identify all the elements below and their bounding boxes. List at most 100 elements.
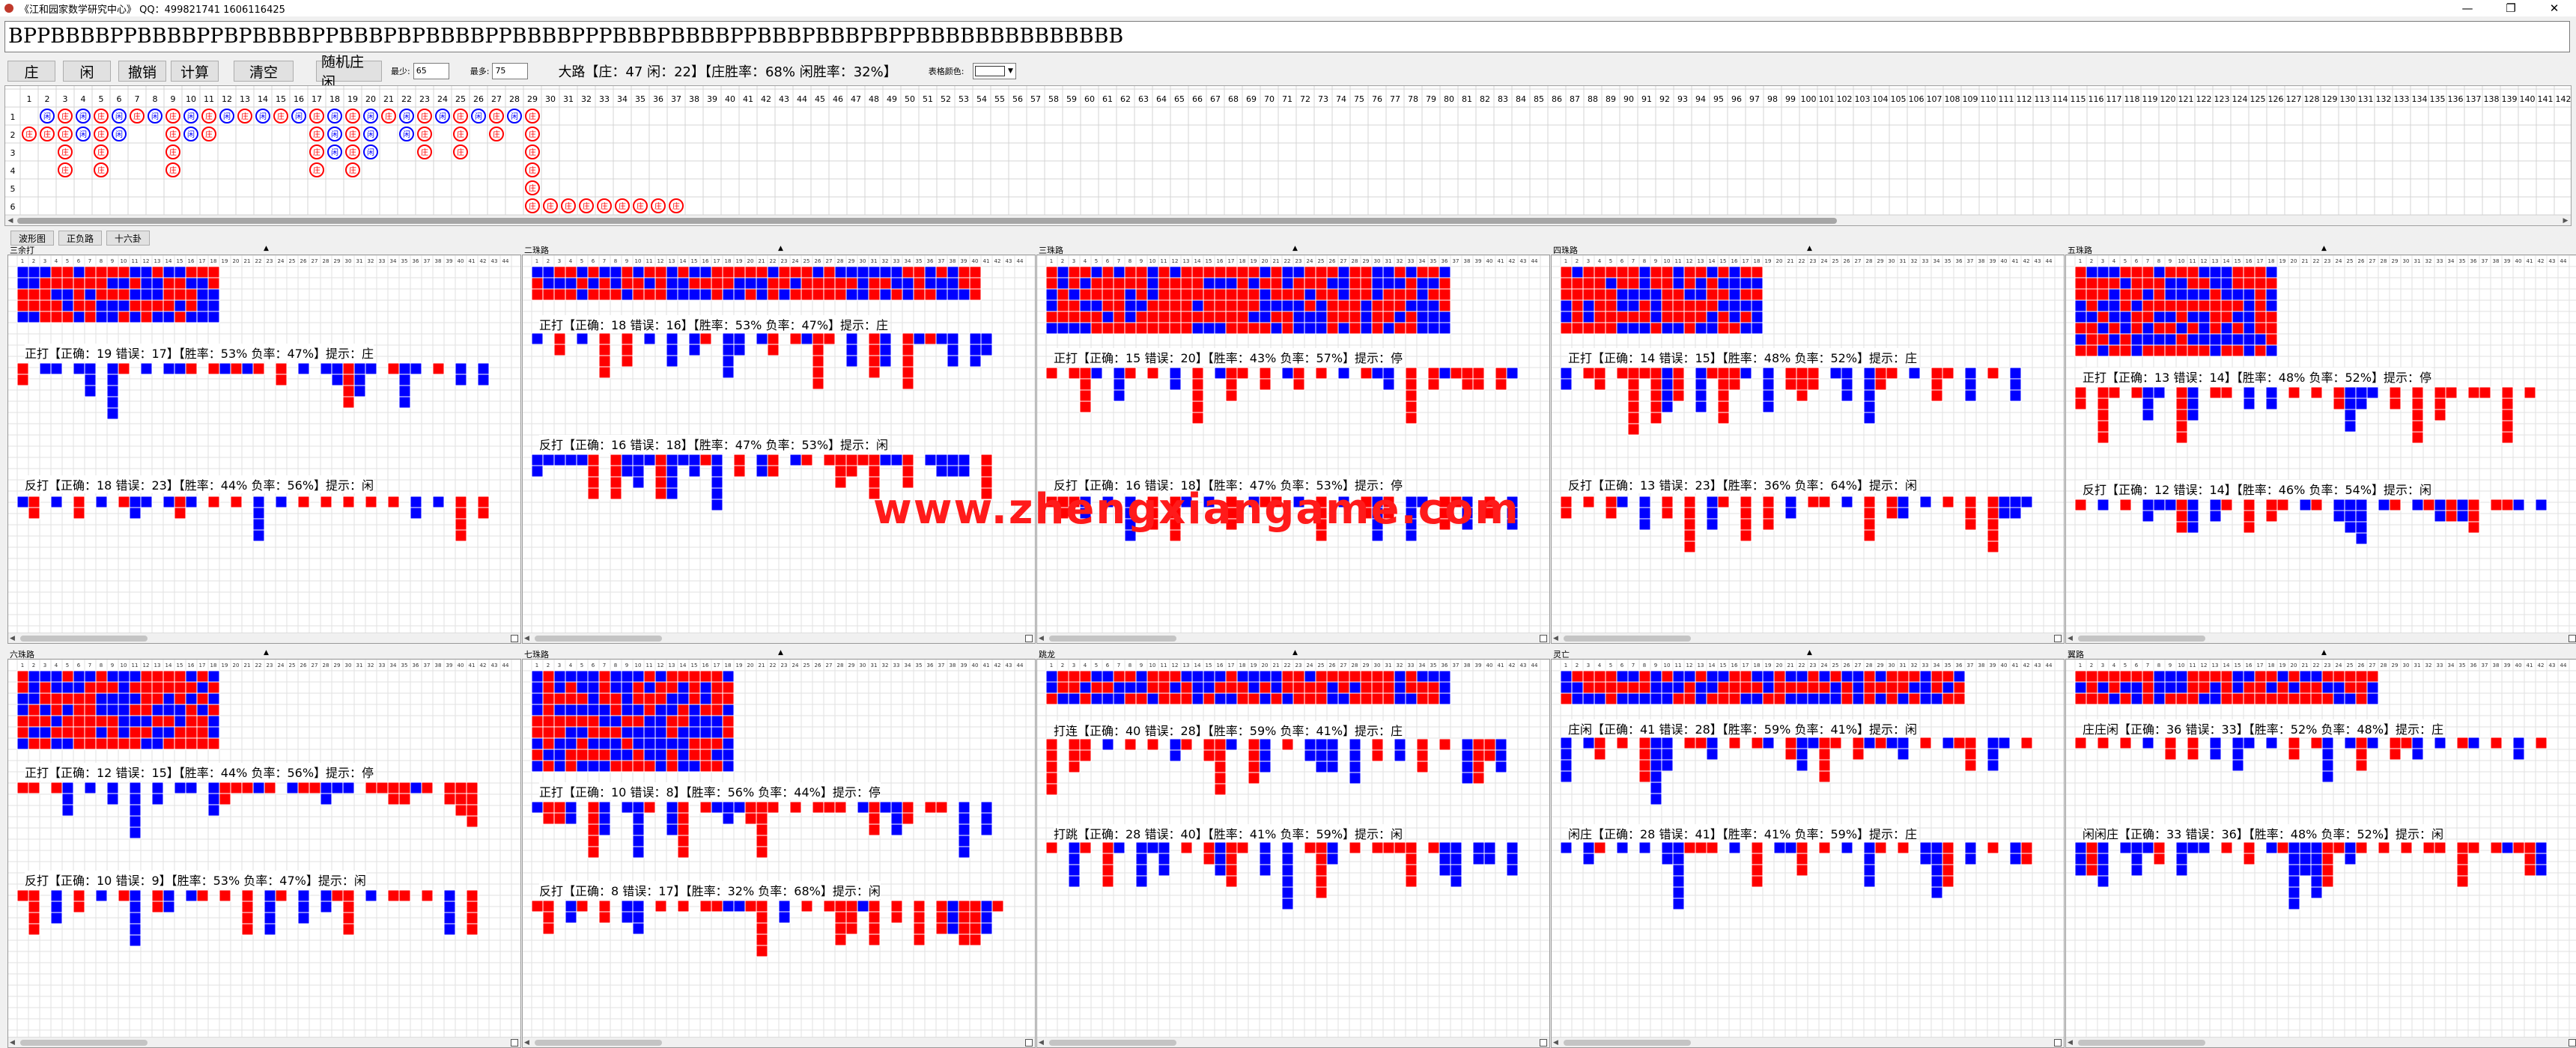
plus-road-cell (1146, 738, 1159, 751)
minus-road-cell (1349, 841, 1361, 854)
top-road-cell (2310, 681, 2323, 694)
minus-road-cell (1102, 853, 1114, 865)
undo-button[interactable]: 撤销 (118, 61, 166, 82)
scroll-thumb[interactable] (535, 636, 662, 642)
banker-button[interactable]: 庄 (7, 61, 55, 82)
minus-road-cell (443, 901, 456, 913)
plus-road-cell (688, 332, 701, 345)
panel-scrollbar[interactable]: ◀ (2066, 633, 2576, 643)
top-road-cell (174, 681, 186, 694)
collapse-icon[interactable]: ▲ (778, 649, 783, 656)
top-road-cell (1661, 288, 1674, 301)
panel-corner-box[interactable] (1025, 1039, 1033, 1047)
collapse-icon[interactable]: ▲ (2321, 649, 2327, 656)
top-road-cell (1439, 681, 1451, 694)
collapse-icon[interactable]: ▲ (2321, 245, 2327, 252)
top-road-cell (2265, 322, 2278, 335)
top-road-cell (1191, 299, 1204, 312)
panel-column-header: 6 (592, 258, 595, 264)
top-road-cell (1270, 266, 1283, 278)
top-road-cell (2243, 311, 2255, 323)
panel-corner-box[interactable] (2569, 1039, 2576, 1047)
scroll-left-icon[interactable]: ◀ (2068, 1038, 2073, 1048)
collapse-icon[interactable]: ▲ (1292, 245, 1298, 252)
tab-sixteen[interactable]: 十六卦 (106, 231, 151, 246)
tab-wave[interactable]: 波形图 (10, 231, 55, 246)
top-road-cell (118, 715, 130, 728)
panel-corner-box[interactable] (2054, 1039, 2062, 1047)
top-road-cell (129, 277, 142, 290)
top-road-cell (2097, 277, 2109, 290)
panel-scrollbar[interactable]: ◀ (1037, 1037, 1549, 1047)
sequence-input[interactable]: BPPBBBBPPBBBBPPBPBBBBPPBBBPBPBBBBPPBBBBP… (4, 21, 2570, 52)
scroll-left-icon[interactable]: ◀ (10, 633, 15, 644)
panel-scrollbar[interactable]: ◀ (1552, 633, 2064, 643)
plus-road-cell (1472, 738, 1485, 751)
panel-scrollbar[interactable]: ◀ (8, 633, 520, 643)
clear-button[interactable]: 清空 (234, 61, 294, 82)
minus-road-cell (421, 889, 434, 902)
panel-scrollbar[interactable]: ◀ (1552, 1037, 2064, 1047)
top-road-cell (1225, 692, 1238, 705)
tab-plus-minus[interactable]: 正负路 (58, 231, 103, 246)
panel-scrollbar[interactable]: ◀ (523, 1037, 1035, 1047)
top-road-cell (95, 704, 108, 716)
minus-road-cell (443, 912, 456, 924)
collapse-icon[interactable]: ▲ (1807, 649, 1812, 656)
scroll-left-icon[interactable]: ◀ (5, 216, 16, 226)
top-road-cell (140, 311, 153, 323)
collapse-icon[interactable]: ▲ (264, 649, 269, 656)
top-road-cell (28, 299, 40, 312)
top-road-cell (1594, 322, 1606, 335)
plus-road-cell (621, 355, 634, 368)
scroll-left-icon[interactable]: ◀ (1553, 1038, 1558, 1048)
scroll-thumb[interactable] (1564, 636, 1691, 642)
minimize-button[interactable]: — (2446, 0, 2489, 16)
top-road-cell (1057, 277, 1069, 290)
scroll-left-icon[interactable]: ◀ (2068, 633, 2073, 644)
scroll-left-icon[interactable]: ◀ (1039, 633, 1044, 644)
scroll-left-icon[interactable]: ◀ (524, 633, 529, 644)
panel-column-header: 41 (983, 662, 990, 668)
scroll-thumb[interactable] (1049, 636, 1176, 642)
panel-scrollbar[interactable]: ◀ (8, 1037, 520, 1047)
collapse-icon[interactable]: ▲ (778, 245, 783, 252)
min-input[interactable]: 65 (413, 63, 449, 79)
panel-scrollbar[interactable]: ◀ (2066, 1037, 2576, 1047)
color-select[interactable]: ▼ (973, 63, 1017, 79)
panel-corner-box[interactable] (511, 635, 518, 642)
collapse-icon[interactable]: ▲ (264, 245, 269, 252)
top-road-cell (1304, 670, 1316, 683)
panel-scrollbar[interactable]: ◀ (523, 633, 1035, 643)
big-road-scrollbar[interactable]: ◀ ▶ (5, 215, 2571, 225)
scroll-left-icon[interactable]: ◀ (1039, 1038, 1044, 1048)
plus-road-cell (2411, 409, 2424, 421)
panel-corner-box[interactable] (1540, 635, 1547, 642)
panel-corner-box[interactable] (511, 1039, 518, 1047)
restore-button[interactable]: ❐ (2489, 0, 2533, 16)
scroll-thumb[interactable] (2078, 636, 2205, 642)
panel-corner-box[interactable] (1540, 1039, 1547, 1047)
plus-road-cell (410, 782, 422, 794)
max-input[interactable]: 75 (492, 63, 529, 79)
scroll-thumb[interactable] (20, 636, 148, 642)
panel-corner-box[interactable] (2569, 635, 2576, 642)
scroll-left-icon[interactable]: ◀ (10, 1038, 15, 1048)
random-button[interactable]: 随机庄闲 (316, 54, 382, 91)
minus-road-cell (16, 496, 29, 508)
scroll-thumb[interactable] (17, 218, 1837, 224)
calculate-button[interactable]: 计算 (171, 61, 219, 82)
player-button[interactable]: 闲 (63, 61, 111, 82)
panel-corner-box[interactable] (2054, 635, 2062, 642)
panel-column-header: 7 (2146, 662, 2149, 668)
scroll-left-icon[interactable]: ◀ (1553, 633, 1558, 644)
scroll-left-icon[interactable]: ◀ (524, 1038, 529, 1048)
close-button[interactable]: ✕ (2533, 0, 2576, 16)
plus-road-cell (398, 396, 411, 409)
collapse-icon[interactable]: ▲ (1292, 649, 1298, 656)
collapse-icon[interactable]: ▲ (1807, 245, 1812, 252)
banker-bead: 庄 (94, 162, 109, 177)
panel-corner-box[interactable] (1025, 635, 1033, 642)
scroll-right-icon[interactable]: ▶ (2560, 216, 2571, 226)
panel-scrollbar[interactable]: ◀ (1037, 633, 1549, 643)
